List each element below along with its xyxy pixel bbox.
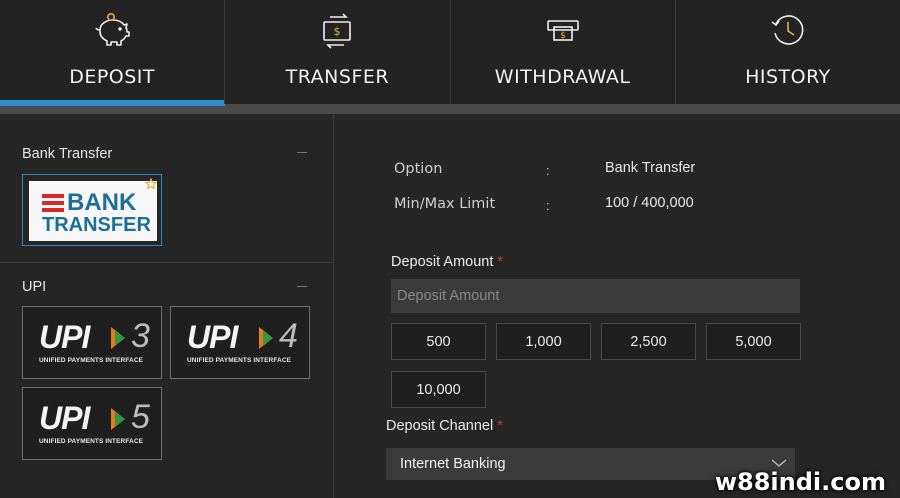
quick-amount-500[interactable]: 500 <box>391 323 486 360</box>
cash-withdrawal-icon: $ <box>543 10 583 50</box>
limit-label: Min/Max Limit <box>394 196 496 212</box>
tab-label: TRANSFER <box>285 66 390 88</box>
deposit-channel-value: Internet Banking <box>400 456 506 472</box>
tab-deposit[interactable]: DEPOSIT <box>0 0 225 104</box>
section-divider <box>0 262 334 263</box>
money-transfer-icon: $ <box>317 10 357 50</box>
chevron-down-icon <box>771 459 787 467</box>
svg-text:$: $ <box>334 25 341 38</box>
transaction-tabs: DEPOSIT $ TRANSFER $ WITHDRAWAL HISTORY <box>0 0 900 104</box>
deposit-amount-label: Deposit Amount * <box>391 254 504 270</box>
upi-logo: UPI 5 UNIFIED PAYMENTS INTERFACE <box>39 398 150 445</box>
deposit-form-panel: Option : Bank Transfer Min/Max Limit : 1… <box>335 114 900 498</box>
collapse-upi-section-icon[interactable] <box>297 286 307 287</box>
upi-arrow-icon <box>259 327 273 349</box>
upi-4-method-card[interactable]: UPI 4 UNIFIED PAYMENTS INTERFACE <box>170 306 310 379</box>
limit-separator: : <box>546 198 550 213</box>
bank-transfer-method-card[interactable]: BANK TRANSFER <box>22 174 162 246</box>
upi-arrow-icon <box>111 327 125 349</box>
option-label: Option <box>394 161 443 177</box>
upi-logo: UPI 3 UNIFIED PAYMENTS INTERFACE <box>39 317 150 364</box>
tab-label: HISTORY <box>745 66 831 88</box>
piggy-bank-icon <box>92 10 132 50</box>
upi-logo: UPI 4 UNIFIED PAYMENTS INTERFACE <box>187 317 298 364</box>
upi-5-method-card[interactable]: UPI 5 UNIFIED PAYMENTS INTERFACE <box>22 387 162 460</box>
option-value: Bank Transfer <box>605 160 696 176</box>
upi-3-method-card[interactable]: UPI 3 UNIFIED PAYMENTS INTERFACE <box>22 306 162 379</box>
upi-arrow-icon <box>111 408 125 430</box>
bank-transfer-section-title: Bank Transfer <box>22 146 113 162</box>
history-clock-icon <box>768 10 808 50</box>
required-marker: * <box>497 254 504 270</box>
deposit-channel-label: Deposit Channel * <box>386 418 503 434</box>
active-tab-indicator <box>0 104 225 106</box>
quick-amount-2500[interactable]: 2,500 <box>601 323 696 360</box>
svg-text:$: $ <box>560 31 566 41</box>
tab-withdrawal[interactable]: $ WITHDRAWAL <box>449 0 675 104</box>
site-watermark: w88indi.com <box>714 468 886 496</box>
quick-amount-5000[interactable]: 5,000 <box>706 323 801 360</box>
required-marker: * <box>497 418 503 434</box>
tab-label: WITHDRAWAL <box>494 66 631 88</box>
quick-amount-10000[interactable]: 10,000 <box>391 371 486 408</box>
tab-divider <box>0 104 900 114</box>
upi-section-title: UPI <box>22 279 47 295</box>
bank-transfer-logo: BANK TRANSFER <box>29 181 157 241</box>
tab-label: DEPOSIT <box>69 66 156 88</box>
deposit-amount-input[interactable] <box>391 279 800 313</box>
payment-methods-panel: Bank Transfer BANK TRANSFER UPI UPI 3 UN… <box>0 114 334 498</box>
favorite-star-icon[interactable] <box>145 178 157 190</box>
collapse-bank-section-icon[interactable] <box>297 152 307 153</box>
tab-transfer[interactable]: $ TRANSFER <box>224 0 449 104</box>
limit-value: 100 / 400,000 <box>605 195 694 211</box>
option-separator: : <box>546 163 550 178</box>
tab-history[interactable]: HISTORY <box>674 0 900 104</box>
quick-amount-1000[interactable]: 1,000 <box>496 323 591 360</box>
